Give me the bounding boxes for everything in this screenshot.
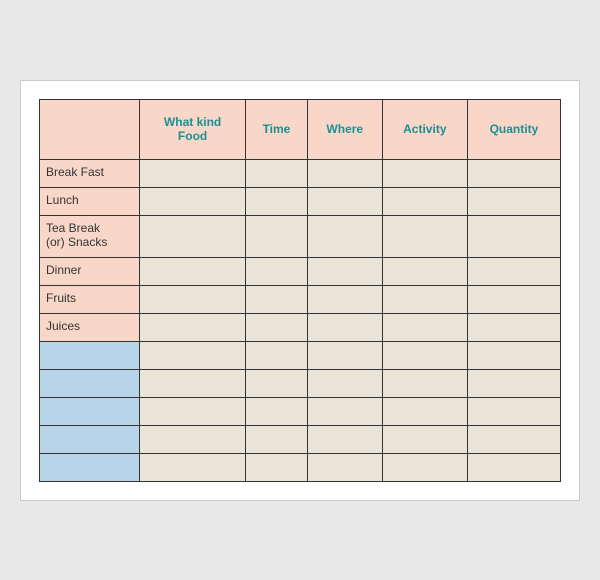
time-cell[interactable] xyxy=(246,159,308,187)
time-cell[interactable] xyxy=(246,215,308,257)
row-label-teabreak: Tea Break(or) Snacks xyxy=(40,215,140,257)
quantity-cell[interactable] xyxy=(467,187,560,215)
activity-cell[interactable] xyxy=(382,369,467,397)
food-diary-table: What kindFood Time Where Activity Quanti… xyxy=(39,99,561,482)
quantity-cell[interactable] xyxy=(467,215,560,257)
where-cell[interactable] xyxy=(307,285,382,313)
quantity-cell[interactable] xyxy=(467,425,560,453)
quantity-cell[interactable] xyxy=(467,159,560,187)
row-label-extra3[interactable] xyxy=(40,397,140,425)
row-label-breakfast: Break Fast xyxy=(40,159,140,187)
food-cell[interactable] xyxy=(140,285,246,313)
where-cell[interactable] xyxy=(307,159,382,187)
activity-cell[interactable] xyxy=(382,453,467,481)
where-cell[interactable] xyxy=(307,341,382,369)
table-row xyxy=(40,425,561,453)
activity-cell[interactable] xyxy=(382,215,467,257)
where-cell[interactable] xyxy=(307,453,382,481)
table-row: Break Fast xyxy=(40,159,561,187)
header-quantity: Quantity xyxy=(467,99,560,159)
table-row: Tea Break(or) Snacks xyxy=(40,215,561,257)
quantity-cell[interactable] xyxy=(467,313,560,341)
row-label-dinner: Dinner xyxy=(40,257,140,285)
time-cell[interactable] xyxy=(246,313,308,341)
table-row: Dinner xyxy=(40,257,561,285)
activity-cell[interactable] xyxy=(382,159,467,187)
where-cell[interactable] xyxy=(307,397,382,425)
row-label-lunch: Lunch xyxy=(40,187,140,215)
where-cell[interactable] xyxy=(307,313,382,341)
food-cell[interactable] xyxy=(140,215,246,257)
food-cell[interactable] xyxy=(140,313,246,341)
table-row: Lunch xyxy=(40,187,561,215)
time-cell[interactable] xyxy=(246,341,308,369)
where-cell[interactable] xyxy=(307,257,382,285)
table-row xyxy=(40,453,561,481)
header-food: What kindFood xyxy=(140,99,246,159)
time-cell[interactable] xyxy=(246,369,308,397)
where-cell[interactable] xyxy=(307,369,382,397)
activity-cell[interactable] xyxy=(382,285,467,313)
header-time: Time xyxy=(246,99,308,159)
activity-cell[interactable] xyxy=(382,397,467,425)
row-label-extra2[interactable] xyxy=(40,369,140,397)
activity-cell[interactable] xyxy=(382,257,467,285)
where-cell[interactable] xyxy=(307,425,382,453)
time-cell[interactable] xyxy=(246,257,308,285)
quantity-cell[interactable] xyxy=(467,453,560,481)
row-label-extra1[interactable] xyxy=(40,341,140,369)
table-row: Fruits xyxy=(40,285,561,313)
quantity-cell[interactable] xyxy=(467,341,560,369)
food-cell[interactable] xyxy=(140,453,246,481)
row-label-fruits: Fruits xyxy=(40,285,140,313)
quantity-cell[interactable] xyxy=(467,369,560,397)
food-cell[interactable] xyxy=(140,369,246,397)
food-cell[interactable] xyxy=(140,187,246,215)
activity-cell[interactable] xyxy=(382,425,467,453)
food-cell[interactable] xyxy=(140,397,246,425)
quantity-cell[interactable] xyxy=(467,285,560,313)
where-cell[interactable] xyxy=(307,215,382,257)
food-cell[interactable] xyxy=(140,425,246,453)
header-activity: Activity xyxy=(382,99,467,159)
header-where: Where xyxy=(307,99,382,159)
activity-cell[interactable] xyxy=(382,187,467,215)
time-cell[interactable] xyxy=(246,425,308,453)
table-row xyxy=(40,341,561,369)
activity-cell[interactable] xyxy=(382,341,467,369)
quantity-cell[interactable] xyxy=(467,397,560,425)
time-cell[interactable] xyxy=(246,397,308,425)
table-row: Juices xyxy=(40,313,561,341)
row-label-extra4[interactable] xyxy=(40,425,140,453)
time-cell[interactable] xyxy=(246,453,308,481)
time-cell[interactable] xyxy=(246,285,308,313)
where-cell[interactable] xyxy=(307,187,382,215)
quantity-cell[interactable] xyxy=(467,257,560,285)
food-cell[interactable] xyxy=(140,341,246,369)
activity-cell[interactable] xyxy=(382,313,467,341)
table-row xyxy=(40,369,561,397)
time-cell[interactable] xyxy=(246,187,308,215)
food-cell[interactable] xyxy=(140,159,246,187)
food-diary-page: What kindFood Time Where Activity Quanti… xyxy=(20,80,580,501)
row-label-juices: Juices xyxy=(40,313,140,341)
header-empty xyxy=(40,99,140,159)
row-label-extra5[interactable] xyxy=(40,453,140,481)
table-row xyxy=(40,397,561,425)
food-cell[interactable] xyxy=(140,257,246,285)
